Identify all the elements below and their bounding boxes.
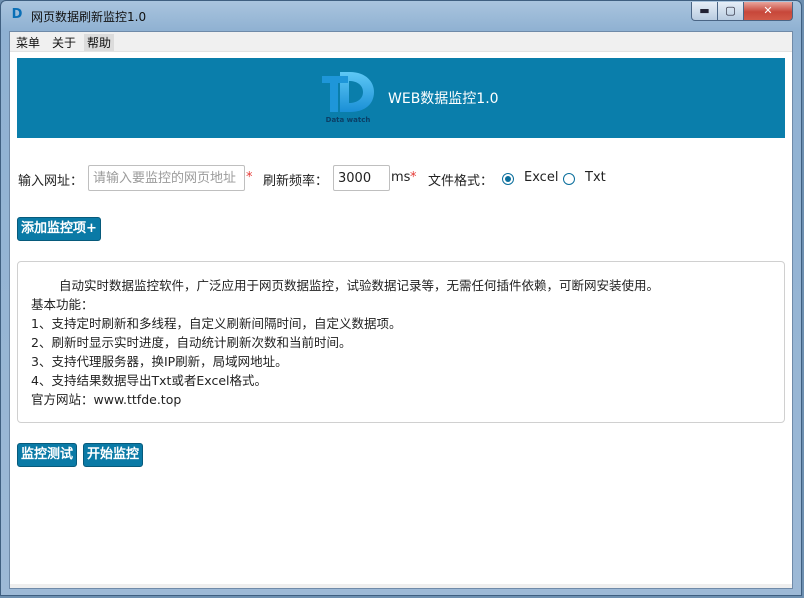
menu-item-help[interactable]: 帮助 — [84, 34, 115, 51]
logo-caption: Data watch — [325, 116, 371, 124]
description-line: 自动实时数据监控软件，广泛应用于网页数据监控，试验数据记录等，无需任何插件依赖，… — [59, 278, 660, 293]
radio-txt-label[interactable]: Txt — [585, 170, 606, 185]
data-watch-logo: Data watch — [318, 68, 378, 128]
description-box: 自动实时数据监控软件，广泛应用于网页数据监控，试验数据记录等，无需任何插件依赖，… — [17, 261, 785, 423]
minimize-button[interactable]: ▬ — [691, 2, 718, 21]
header-banner: Data watch WEB数据监控1.0 — [17, 58, 785, 138]
description-line: 2、刷新时显示实时进度，自动统计刷新次数和当前时间。 — [31, 335, 352, 350]
frequency-input[interactable] — [333, 165, 390, 191]
monitor-test-button[interactable]: 监控测试 — [17, 443, 78, 467]
radio-txt[interactable] — [563, 173, 575, 185]
start-monitor-button[interactable]: 开始监控 — [83, 443, 144, 467]
add-monitor-item-button[interactable]: 添加监控项+ — [17, 217, 101, 241]
description-line: 基本功能： — [31, 297, 94, 312]
title-bar[interactable]: D 网页数据刷新监控1.0 ▬ ▢ ✕ — [1, 1, 801, 31]
frequency-required-mark: * — [410, 170, 417, 185]
frequency-unit: ms — [391, 170, 411, 185]
url-input[interactable] — [88, 165, 245, 191]
radio-excel[interactable] — [502, 173, 514, 185]
official-website: 官方网站：www.ttfde.top — [31, 392, 182, 407]
menu-item-about[interactable]: 关于 — [49, 34, 79, 51]
menu-bar: 菜单 关于 帮助 — [10, 32, 792, 52]
radio-excel-label[interactable]: Excel — [524, 170, 558, 185]
url-required-mark: * — [246, 170, 253, 185]
format-label: 文件格式： — [428, 174, 494, 189]
app-logo-icon: D — [11, 7, 23, 22]
app-window: D 网页数据刷新监控1.0 ▬ ▢ ✕ 菜单 关于 帮助 Data watch … — [0, 0, 802, 596]
close-button[interactable]: ✕ — [743, 2, 793, 21]
description-line: 3、支持代理服务器，换IP刷新，局域网地址。 — [31, 354, 288, 369]
banner-title: WEB数据监控1.0 — [388, 91, 499, 107]
maximize-button[interactable]: ▢ — [717, 2, 744, 21]
window-title: 网页数据刷新监控1.0 — [31, 10, 147, 24]
monitor-form: 输入网址： * 刷新频率： ms * 文件格式： Excel Txt — [17, 165, 787, 192]
logo-d-icon — [322, 72, 374, 112]
menu-item-menu[interactable]: 菜单 — [13, 34, 43, 51]
frequency-label: 刷新频率： — [263, 174, 329, 189]
description-line: 4、支持结果数据导出Txt或者Excel格式。 — [31, 373, 267, 388]
url-label: 输入网址： — [18, 174, 84, 189]
client-area: 菜单 关于 帮助 Data watch WEB数据监控1.0 输入网址： 请输入… — [9, 31, 793, 589]
description-line: 1、支持定时刷新和多线程，自定义刷新间隔时间，自定义数据项。 — [31, 316, 402, 331]
bottom-strip — [10, 584, 792, 588]
